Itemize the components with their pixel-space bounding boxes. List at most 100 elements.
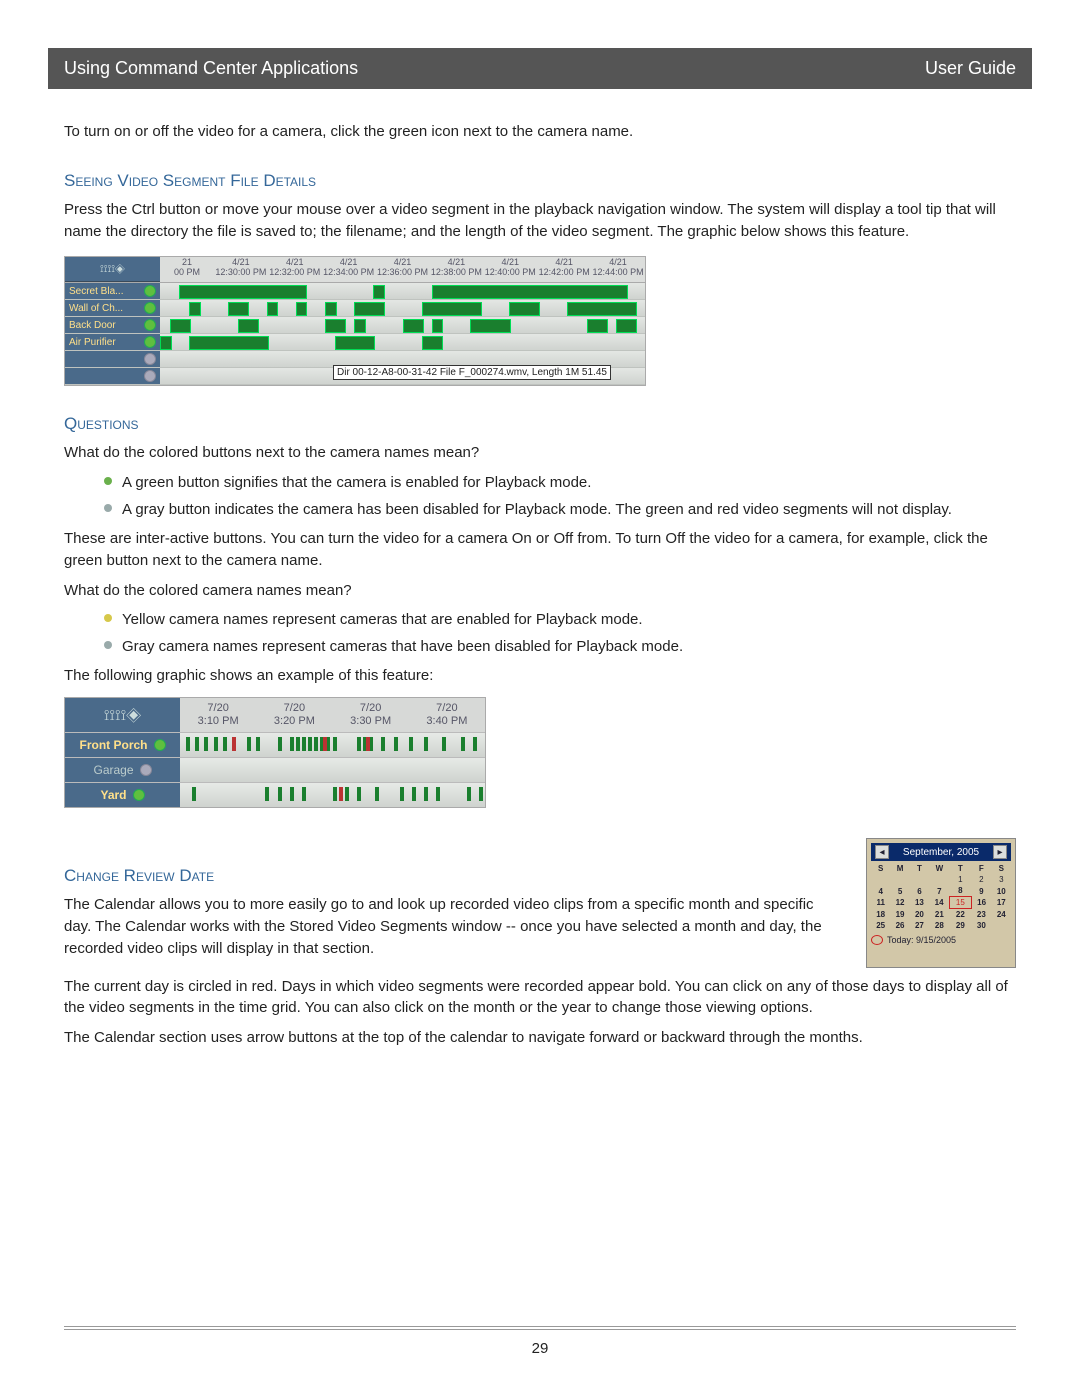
video-segment[interactable] <box>432 285 628 299</box>
calendar-day[interactable]: 10 <box>992 885 1011 897</box>
video-segment[interactable] <box>354 319 366 333</box>
calendar-day[interactable]: 15 <box>950 897 972 909</box>
camera-enabled-icon[interactable] <box>133 789 145 801</box>
calendar-day[interactable]: 5 <box>890 885 909 897</box>
calendar-day[interactable]: 2 <box>971 874 991 885</box>
video-segment[interactable] <box>357 737 361 751</box>
video-segment[interactable] <box>354 302 385 316</box>
calendar-day[interactable]: 1 <box>950 874 972 885</box>
camera-disabled-icon[interactable] <box>144 370 156 382</box>
video-segment[interactable] <box>278 787 282 801</box>
video-segment[interactable] <box>461 737 465 751</box>
calendar-day[interactable]: 7 <box>929 885 949 897</box>
calendar-day[interactable]: 26 <box>890 920 909 931</box>
video-segment[interactable] <box>400 787 404 801</box>
video-segment[interactable] <box>290 787 294 801</box>
calendar-day[interactable]: 6 <box>910 885 929 897</box>
timeline-track[interactable] <box>180 733 485 757</box>
calendar-next-icon[interactable]: ▸ <box>993 845 1007 859</box>
timeline-track[interactable] <box>180 758 485 782</box>
video-segment[interactable] <box>302 737 306 751</box>
video-segment[interactable] <box>179 285 307 299</box>
video-segment[interactable] <box>424 787 428 801</box>
calendar-prev-icon[interactable]: ◂ <box>875 845 889 859</box>
calendar-day[interactable]: 11 <box>871 897 890 909</box>
timeline-track[interactable] <box>160 300 645 316</box>
calendar-title[interactable]: September, 2005 <box>903 847 979 858</box>
video-segment[interactable] <box>587 319 608 333</box>
video-segment[interactable] <box>189 336 269 350</box>
video-segment[interactable] <box>296 737 300 751</box>
calendar-day[interactable]: 30 <box>971 920 991 931</box>
video-segment[interactable] <box>381 737 385 751</box>
calendar-day[interactable]: 25 <box>871 920 890 931</box>
calendar-day[interactable]: 13 <box>910 897 929 909</box>
video-segment[interactable] <box>333 787 337 801</box>
video-segment[interactable] <box>616 319 637 333</box>
calendar-day[interactable]: 3 <box>992 874 1011 885</box>
video-segment[interactable] <box>412 787 416 801</box>
video-segment[interactable] <box>214 737 218 751</box>
calendar-day[interactable]: 19 <box>890 909 909 921</box>
video-segment[interactable] <box>192 787 196 801</box>
camera-disabled-icon[interactable] <box>140 764 152 776</box>
video-segment[interactable] <box>296 302 308 316</box>
calendar-day[interactable]: 17 <box>992 897 1011 909</box>
camera-disabled-icon[interactable] <box>144 353 156 365</box>
timeline-track[interactable] <box>160 317 645 333</box>
calendar-day[interactable]: 21 <box>929 909 949 921</box>
video-segment[interactable] <box>160 336 172 350</box>
video-segment[interactable] <box>189 302 201 316</box>
video-segment[interactable] <box>170 319 191 333</box>
camera-enabled-icon[interactable] <box>144 285 156 297</box>
calendar-day[interactable]: 29 <box>950 920 972 931</box>
video-segment[interactable] <box>442 737 446 751</box>
video-segment[interactable] <box>357 787 361 801</box>
timeline-track[interactable] <box>180 783 485 807</box>
video-segment[interactable] <box>228 302 249 316</box>
calendar-day[interactable]: 18 <box>871 909 890 921</box>
camera-enabled-icon[interactable] <box>144 336 156 348</box>
calendar-day[interactable]: 24 <box>992 909 1011 921</box>
video-segment[interactable] <box>186 737 190 751</box>
video-segment[interactable] <box>278 737 282 751</box>
video-segment[interactable] <box>325 302 337 316</box>
video-segment[interactable] <box>223 737 227 751</box>
timeline-track[interactable] <box>160 334 645 350</box>
calendar-day[interactable]: 22 <box>950 909 972 921</box>
calendar-day[interactable]: 20 <box>910 909 929 921</box>
video-segment-red[interactable] <box>339 787 343 801</box>
calendar-day[interactable]: 8 <box>950 885 972 897</box>
calendar-day[interactable]: 14 <box>929 897 949 909</box>
video-segment[interactable] <box>467 787 471 801</box>
camera-enabled-icon[interactable] <box>144 319 156 331</box>
camera-enabled-icon[interactable] <box>144 302 156 314</box>
video-segment[interactable] <box>403 319 424 333</box>
calendar-day[interactable]: 4 <box>871 885 890 897</box>
video-segment[interactable] <box>567 302 637 316</box>
video-segment[interactable] <box>265 787 269 801</box>
video-segment[interactable] <box>204 737 208 751</box>
video-segment[interactable] <box>238 319 259 333</box>
video-segment[interactable] <box>335 336 376 350</box>
video-segment[interactable] <box>345 787 349 801</box>
video-segment[interactable] <box>422 302 482 316</box>
video-segment[interactable] <box>308 737 312 751</box>
video-segment-red[interactable] <box>232 737 236 751</box>
calendar-day[interactable]: 16 <box>971 897 991 909</box>
video-segment[interactable] <box>436 787 440 801</box>
video-segment[interactable] <box>302 787 306 801</box>
video-segment[interactable] <box>424 737 428 751</box>
video-segment[interactable] <box>394 737 398 751</box>
video-segment-red[interactable] <box>323 737 327 751</box>
video-segment-red[interactable] <box>366 737 370 751</box>
video-segment[interactable] <box>479 787 483 801</box>
video-segment[interactable] <box>470 319 511 333</box>
video-segment[interactable] <box>314 737 318 751</box>
video-segment[interactable] <box>373 285 385 299</box>
video-segment[interactable] <box>256 737 260 751</box>
calendar-day[interactable]: 12 <box>890 897 909 909</box>
video-segment[interactable] <box>333 737 337 751</box>
video-segment[interactable] <box>432 319 444 333</box>
calendar-footer[interactable]: Today: 9/15/2005 <box>887 935 956 945</box>
